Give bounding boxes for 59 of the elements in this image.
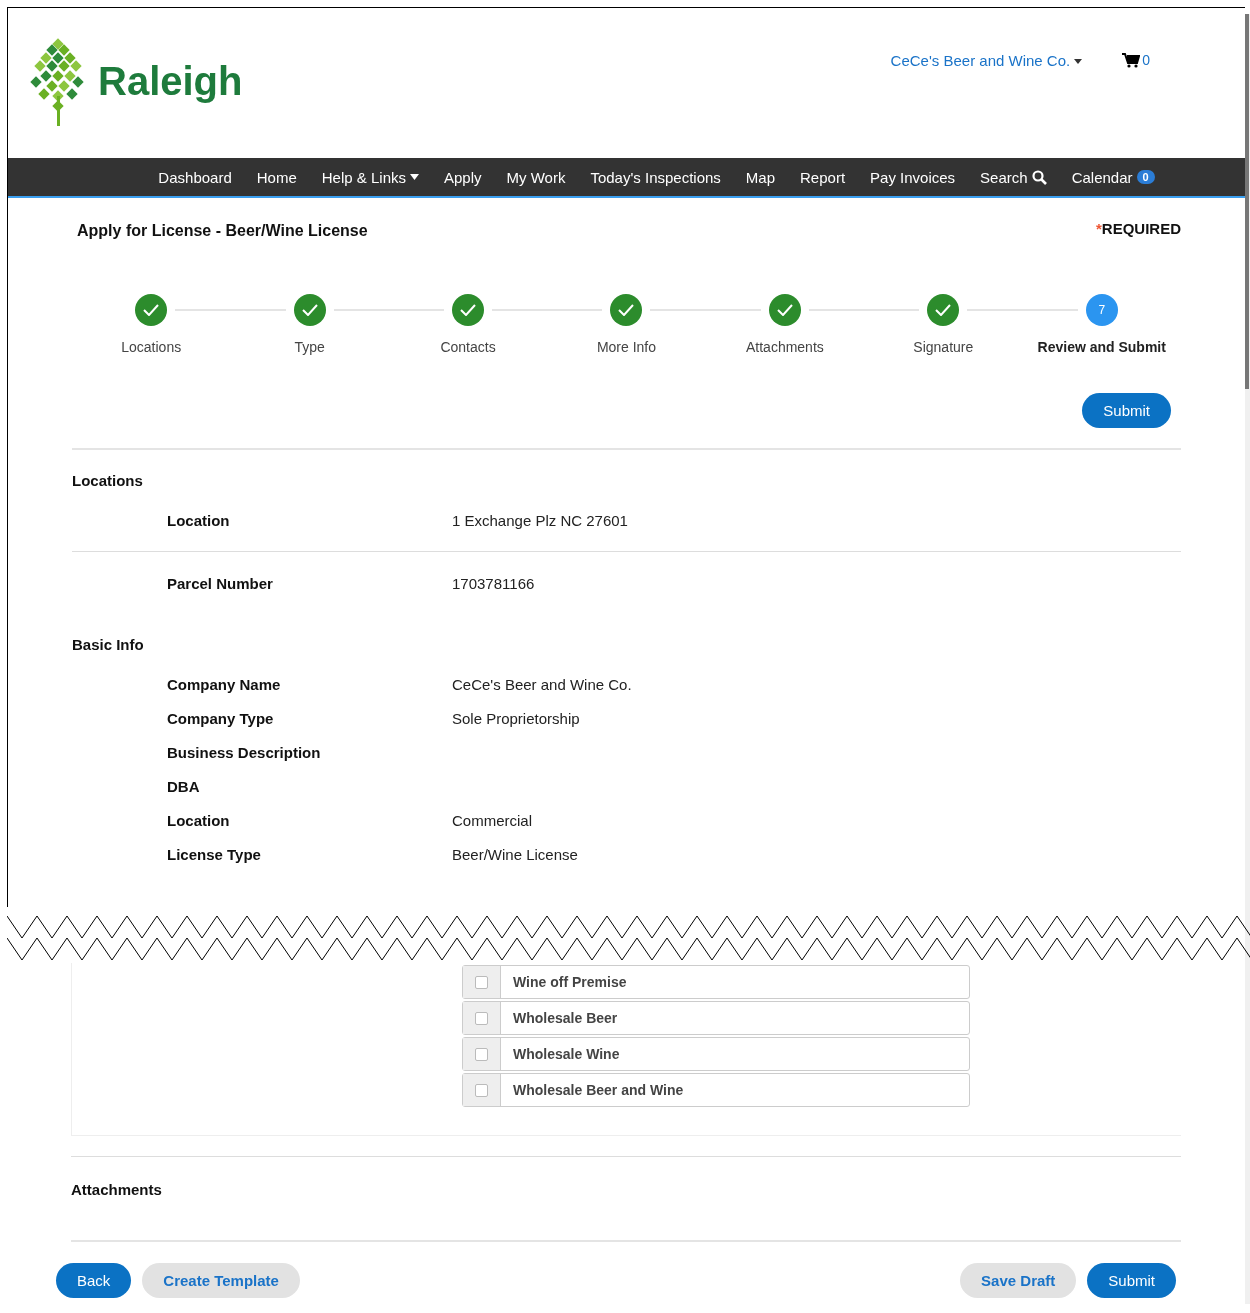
step-label[interactable]: Type (294, 339, 325, 355)
nav-link[interactable]: Report (800, 168, 846, 186)
nav-link[interactable]: Map (745, 168, 776, 186)
field-label: Business Description (167, 743, 322, 761)
submit-button[interactable]: Submit (1082, 393, 1171, 428)
step-label[interactable]: Locations (121, 339, 182, 355)
nav-link[interactable]: Search (980, 168, 1047, 186)
field-value: CeCe's Beer and Wine Co. (452, 675, 633, 693)
option-row[interactable]: Wine off Premise (462, 965, 970, 999)
nav-link[interactable]: My Work (506, 168, 566, 186)
field-value: Commercial (452, 811, 533, 829)
field-label: License Type (167, 845, 262, 863)
action-button[interactable]: Back (56, 1263, 132, 1298)
cart-icon (1122, 52, 1141, 68)
step-label[interactable]: More Info (596, 339, 657, 355)
field-value: 1 Exchange Plz NC 27601 (452, 511, 629, 529)
logo-text: Raleigh (98, 58, 243, 104)
step-number: 7 (1085, 294, 1118, 326)
nav-link[interactable]: Help & Links (321, 168, 419, 186)
field-label: Parcel Number (167, 574, 274, 592)
field-value: 1703781166 (452, 574, 536, 592)
field-label: DBA (167, 777, 201, 795)
section-title: Basic Info (72, 636, 145, 653)
nav-link[interactable]: Pay Invoices (870, 168, 956, 186)
option-row[interactable]: Wholesale Beer and Wine (462, 1073, 970, 1107)
nav-link[interactable]: Calendar 0 (1071, 168, 1155, 186)
account-menu[interactable]: CeCe's Beer and Wine Co. (890, 52, 1083, 69)
step-label[interactable]: Signature (913, 339, 974, 355)
checkbox[interactable] (475, 975, 488, 989)
option-row[interactable]: Wholesale Beer (462, 1001, 970, 1035)
action-button[interactable]: Submit (1087, 1263, 1176, 1298)
field-label: Company Name (167, 675, 282, 693)
nav-link[interactable]: Home (256, 168, 297, 186)
action-button[interactable]: Create Template (142, 1263, 300, 1298)
field-value: Sole Proprietorship (452, 709, 581, 727)
field-label: Company Type (167, 709, 275, 727)
checkbox[interactable] (475, 1083, 488, 1097)
required-note: *REQUIRED (1095, 220, 1181, 237)
section-title: Locations (72, 472, 144, 489)
count-badge: 0 (1136, 170, 1155, 184)
caret-icon (1074, 59, 1083, 64)
caret-icon (410, 174, 419, 180)
cart-link[interactable]: 0 (1122, 52, 1150, 68)
option-row[interactable]: Wholesale Wine (462, 1037, 970, 1071)
field-label: Location (167, 811, 231, 829)
section-title: Attachments (71, 1181, 163, 1198)
search-icon (1031, 169, 1047, 185)
step-label[interactable]: Contacts (440, 339, 496, 355)
nav-link[interactable]: Today's Inspections (590, 168, 721, 186)
page-title: Apply for License - Beer/Wine License (77, 222, 368, 240)
checkbox[interactable] (475, 1047, 488, 1061)
step-label[interactable]: Attachments (746, 339, 824, 355)
nav-link[interactable]: Dashboard (158, 168, 232, 186)
field-label: Location (167, 511, 231, 529)
step-label[interactable]: Review and Submit (1037, 339, 1166, 355)
nav-link[interactable]: Apply (444, 168, 482, 186)
checkbox[interactable] (475, 1011, 488, 1025)
field-value: Beer/Wine License (452, 845, 579, 863)
action-button[interactable]: Save Draft (960, 1263, 1077, 1298)
